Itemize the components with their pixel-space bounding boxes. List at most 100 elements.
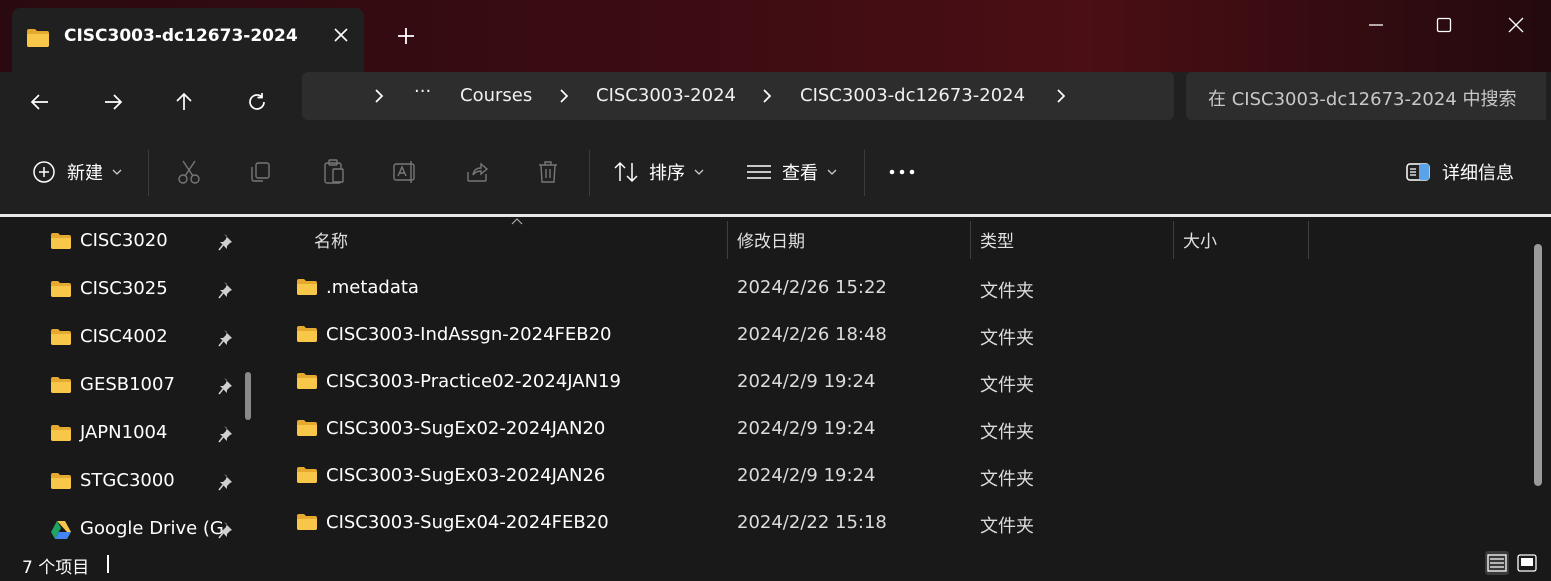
new-button[interactable]: 新建 xyxy=(32,154,123,190)
share-button[interactable] xyxy=(463,158,491,186)
sidebar-item-label: CISC4002 xyxy=(80,326,168,347)
file-name: CISC3003-SugEx02-2024JAN20 xyxy=(326,418,606,439)
file-row[interactable]: .metadata 2024/2/26 15:22 文件夹 xyxy=(290,265,1290,311)
chevron-right-icon[interactable] xyxy=(372,86,386,106)
delete-button[interactable] xyxy=(534,158,562,186)
breadcrumb-item[interactable]: Courses xyxy=(460,85,532,106)
file-type: 文件夹 xyxy=(980,328,1034,349)
column-header-modified[interactable]: 修改日期 xyxy=(737,227,805,252)
refresh-icon xyxy=(249,93,265,110)
minimize-button[interactable] xyxy=(1356,10,1396,40)
file-name: .metadata xyxy=(326,277,419,298)
details-pane-icon xyxy=(1406,163,1430,181)
search-input[interactable]: 在 CISC3003-dc12673-2024 中搜索 xyxy=(1208,85,1517,111)
arrow-right-icon xyxy=(105,94,123,110)
column-divider[interactable] xyxy=(1173,221,1174,259)
breadcrumb-item[interactable]: CISC3003-dc12673-2024 xyxy=(800,85,1025,106)
folder-icon xyxy=(297,279,317,295)
details-view-button[interactable] xyxy=(1485,551,1509,575)
sidebar-scrollbar-thumb[interactable] xyxy=(245,372,251,420)
new-tab-icon[interactable] xyxy=(394,24,418,48)
minimize-icon xyxy=(1369,24,1383,26)
sidebar-item[interactable]: STGC3000 xyxy=(50,458,250,506)
chevron-right-icon[interactable] xyxy=(1054,86,1068,106)
view-label: 查看 xyxy=(782,163,818,184)
status-separator xyxy=(107,555,109,573)
folder-icon xyxy=(51,425,71,441)
file-row[interactable]: CISC3003-SugEx02-2024JAN20 2024/2/9 19:24… xyxy=(290,406,1290,452)
folder-icon xyxy=(297,373,317,389)
forward-button[interactable] xyxy=(95,84,131,120)
rename-icon xyxy=(393,161,415,183)
address-bar[interactable]: ··· Courses CISC3003-2024 CISC3003-dc126… xyxy=(302,72,1174,120)
file-row[interactable]: CISC3003-Practice02-2024JAN19 2024/2/9 19… xyxy=(290,359,1290,405)
chevron-right-icon[interactable] xyxy=(760,86,774,106)
refresh-button[interactable] xyxy=(239,84,275,120)
copy-icon xyxy=(251,162,270,182)
pin-icon[interactable] xyxy=(218,473,234,491)
file-row[interactable]: CISC3003-IndAssgn-2024FEB20 2024/2/26 18:… xyxy=(290,312,1290,358)
search-box[interactable]: 在 CISC3003-dc12673-2024 中搜索 xyxy=(1186,72,1546,120)
breadcrumb-overflow[interactable]: ··· xyxy=(414,81,431,102)
chevron-down-icon xyxy=(112,169,122,175)
pin-icon[interactable] xyxy=(218,425,234,443)
sidebar-item[interactable]: CISC3025 xyxy=(50,266,250,314)
sidebar-item[interactable]: JAPN1004 xyxy=(50,410,250,458)
plus-circle-icon xyxy=(33,161,55,183)
details-pane-button[interactable]: 详细信息 xyxy=(1406,154,1514,190)
file-list-scrollbar-thumb[interactable] xyxy=(1534,244,1542,486)
sidebar-item-label: CISC3020 xyxy=(80,230,168,251)
pin-icon[interactable] xyxy=(218,521,234,539)
details-label: 详细信息 xyxy=(1442,163,1514,184)
pin-icon[interactable] xyxy=(218,233,234,251)
back-button[interactable] xyxy=(22,84,58,120)
sidebar-item[interactable]: Google Drive (G xyxy=(50,506,250,545)
item-count: 7 个项目 xyxy=(22,558,90,578)
column-header-size[interactable]: 大小 xyxy=(1183,227,1217,252)
folder-icon xyxy=(51,329,71,345)
file-name: CISC3003-SugEx03-2024JAN26 xyxy=(326,465,606,486)
chevron-right-icon[interactable] xyxy=(557,86,571,106)
column-divider[interactable] xyxy=(970,221,971,259)
large-icons-view-button[interactable] xyxy=(1515,551,1539,575)
pin-icon[interactable] xyxy=(218,329,234,347)
file-row[interactable]: CISC3003-SugEx03-2024JAN26 2024/2/9 19:24… xyxy=(290,453,1290,499)
breadcrumb-item[interactable]: CISC3003-2024 xyxy=(596,85,736,106)
active-tab[interactable]: CISC3003-dc12673-2024 xyxy=(12,8,364,72)
paste-button[interactable] xyxy=(319,158,347,186)
sidebar-item[interactable]: GESB1007 xyxy=(50,362,250,410)
column-divider[interactable] xyxy=(1308,221,1309,259)
copy-button[interactable] xyxy=(246,158,274,186)
file-name: CISC3003-Practice02-2024JAN19 xyxy=(326,371,621,392)
file-modified: 2024/2/26 15:22 xyxy=(737,277,887,298)
divider xyxy=(589,150,590,196)
sort-label: 排序 xyxy=(649,163,685,184)
sidebar-item[interactable]: CISC3020 xyxy=(50,218,250,266)
close-tab-icon[interactable] xyxy=(330,24,352,46)
more-options-button[interactable] xyxy=(889,154,915,190)
sort-button[interactable]: 排序 xyxy=(613,154,705,190)
arrow-up-icon xyxy=(176,92,192,110)
title-bar: CISC3003-dc12673-2024 xyxy=(0,0,1551,72)
more-icon xyxy=(889,169,915,175)
pin-icon[interactable] xyxy=(218,377,234,395)
column-divider[interactable] xyxy=(727,221,728,259)
file-type: 文件夹 xyxy=(980,375,1034,396)
pin-icon[interactable] xyxy=(218,281,234,299)
column-header-type[interactable]: 类型 xyxy=(980,227,1014,252)
folder-icon xyxy=(297,467,317,483)
file-name: CISC3003-IndAssgn-2024FEB20 xyxy=(326,324,612,345)
column-header-name[interactable]: 名称 xyxy=(314,227,348,252)
sidebar-item[interactable]: CISC4002 xyxy=(50,314,250,362)
cut-button[interactable] xyxy=(175,158,203,186)
close-window-button[interactable] xyxy=(1496,10,1536,40)
rename-button[interactable] xyxy=(391,158,419,186)
maximize-button[interactable] xyxy=(1424,10,1464,40)
file-row[interactable]: CISC3003-SugEx04-2024FEB20 2024/2/22 15:1… xyxy=(290,500,1290,545)
chevron-down-icon xyxy=(694,169,704,175)
file-type: 文件夹 xyxy=(980,281,1034,302)
file-modified: 2024/2/9 19:24 xyxy=(737,418,876,439)
up-button[interactable] xyxy=(166,84,202,120)
navigation-pane: CISC3020 CISC3025 CISC4002 GESB1007 JAPN1004… xyxy=(0,217,265,545)
view-button[interactable]: 查看 xyxy=(746,154,838,190)
